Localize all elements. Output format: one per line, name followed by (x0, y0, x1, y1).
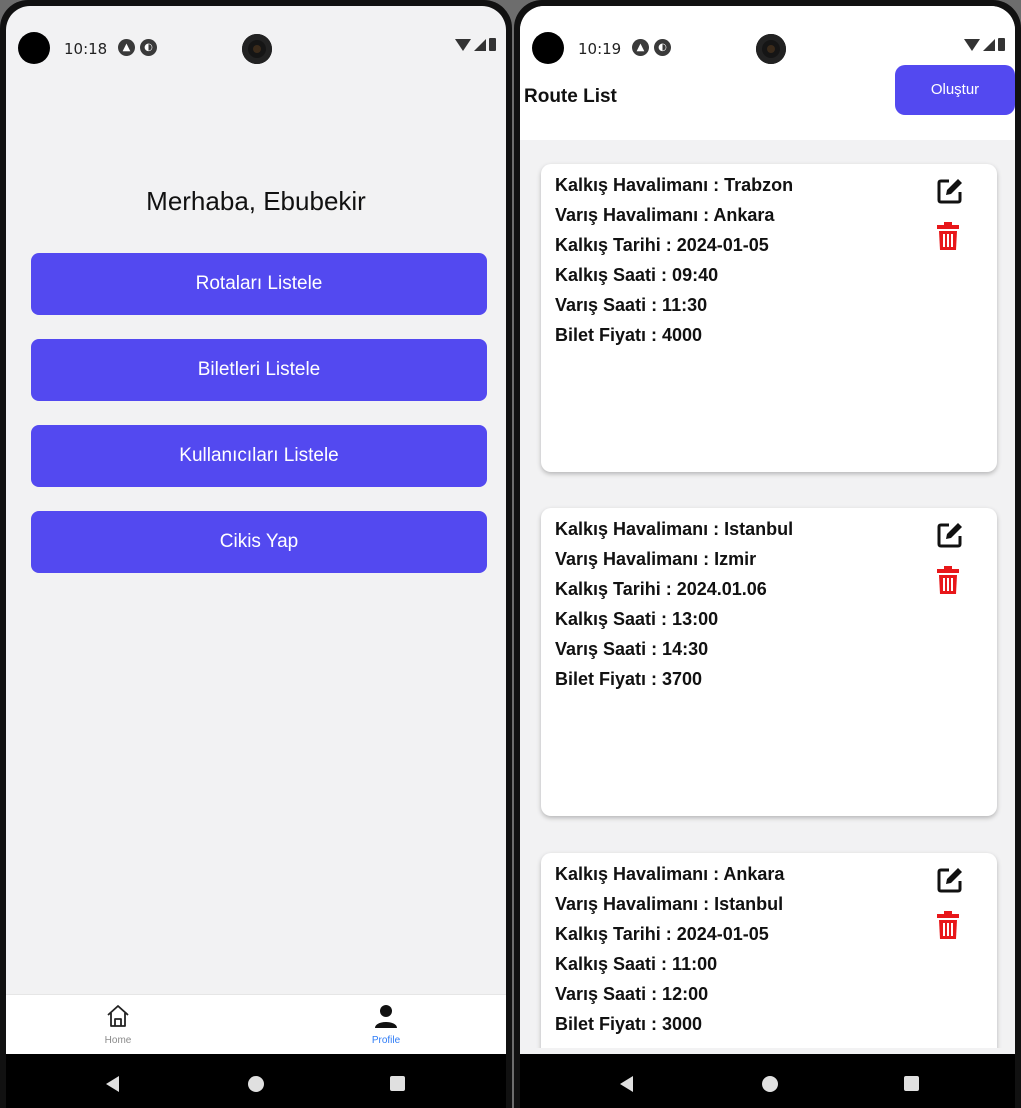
phone-right: 10:19 ▲ ◐ Route List Oluştur Kalkış Hava… (514, 0, 1021, 1108)
departure-airport: Kalkış Havalimanı : Istanbul (555, 519, 794, 539)
edit-icon[interactable] (935, 176, 965, 206)
back-icon[interactable] (106, 1076, 119, 1092)
ticket-price: Bilet Fiyatı : 4000 (555, 325, 703, 345)
battery-icon (489, 38, 496, 51)
trash-icon[interactable] (937, 566, 959, 594)
android-nav-bar (520, 1054, 1015, 1108)
front-camera-cutout (18, 32, 50, 64)
signal-icon (474, 38, 486, 51)
departure-time: Kalkış Saati : 09:40 (555, 265, 719, 285)
profile-screen: 10:18 ▲ ◐ Merhaba, Ebubekir Rotaları Lis… (6, 6, 506, 1108)
departure-time: Kalkış Saati : 11:00 (555, 954, 718, 974)
departure-date: Kalkış Tarihi : 2024-01-05 (555, 924, 769, 944)
tab-profile[interactable]: Profile (326, 995, 446, 1055)
greeting-text: Merhaba, Ebubekir (146, 186, 366, 216)
system-icons (964, 38, 1005, 51)
battery-icon (998, 38, 1005, 51)
route-card: Kalkış Havalimanı : Trabzon Varış Havali… (541, 164, 997, 472)
signal-icon (983, 38, 995, 51)
notification-icon: ◐ (140, 39, 157, 56)
page-title: Route List (524, 86, 617, 107)
system-icons (455, 38, 496, 51)
create-route-button[interactable]: Oluştur (895, 65, 1015, 115)
phone-left: 10:18 ▲ ◐ Merhaba, Ebubekir Rotaları Lis… (0, 0, 512, 1108)
arrival-airport: Varış Havalimanı : Izmir (555, 549, 757, 569)
status-time: 10:19 (578, 40, 622, 58)
screenshot-stage: 10:18 ▲ ◐ Merhaba, Ebubekir Rotaları Lis… (0, 0, 1021, 1108)
camera-lens-icon (756, 34, 786, 64)
status-bar: 10:18 ▲ ◐ (6, 6, 506, 78)
home-circle-icon[interactable] (762, 1076, 778, 1092)
arrival-time: Varış Saati : 11:30 (555, 295, 708, 315)
ticket-price: Bilet Fiyatı : 3700 (555, 669, 703, 689)
arrival-airport: Varış Havalimanı : Ankara (555, 205, 775, 225)
android-nav-bar (6, 1054, 506, 1108)
recents-icon[interactable] (904, 1076, 919, 1091)
route-card: Kalkış Havalimanı : Ankara Varış Havalim… (541, 853, 997, 1048)
route-list-screen: 10:19 ▲ ◐ Route List Oluştur Kalkış Hava… (520, 6, 1015, 1108)
arrival-time: Varış Saati : 14:30 (555, 639, 709, 659)
list-users-button[interactable]: Kullanıcıları Listele (31, 425, 487, 487)
notification-icon: ▲ (632, 39, 649, 56)
route-list-header: 10:19 ▲ ◐ Route List Oluştur (520, 6, 1015, 140)
departure-date: Kalkış Tarihi : 2024-01-05 (555, 235, 769, 255)
list-tickets-button[interactable]: Biletleri Listele (31, 339, 487, 401)
wifi-icon (964, 38, 980, 51)
departure-airport: Kalkış Havalimanı : Ankara (555, 864, 785, 884)
tab-profile-label: Profile (371, 1035, 401, 1046)
arrival-time: Varış Saati : 12:00 (555, 984, 709, 1004)
wifi-icon (455, 38, 471, 51)
person-icon (375, 1005, 397, 1028)
list-routes-button[interactable]: Rotaları Listele (31, 253, 487, 315)
departure-date: Kalkış Tarihi : 2024.01.06 (555, 579, 767, 599)
trash-icon[interactable] (937, 222, 959, 250)
tab-home-label: Home (104, 1035, 132, 1046)
home-icon (107, 1005, 129, 1027)
departure-time: Kalkış Saati : 13:00 (555, 609, 719, 629)
front-camera-cutout (532, 32, 564, 64)
home-circle-icon[interactable] (248, 1076, 264, 1092)
arrival-airport: Varış Havalimanı : Istanbul (555, 894, 784, 914)
back-icon[interactable] (620, 1076, 633, 1092)
status-time: 10:18 (64, 40, 108, 58)
logout-button[interactable]: Cikis Yap (31, 511, 487, 573)
notification-icon: ◐ (654, 39, 671, 56)
edit-icon[interactable] (935, 520, 965, 550)
recents-icon[interactable] (390, 1076, 405, 1091)
notification-icon: ▲ (118, 39, 135, 56)
tab-home[interactable]: Home (58, 995, 178, 1055)
route-list[interactable]: Kalkış Havalimanı : Trabzon Varış Havali… (520, 140, 1015, 1048)
ticket-price: Bilet Fiyatı : 3000 (555, 1014, 703, 1034)
route-card: Kalkış Havalimanı : Istanbul Varış Haval… (541, 508, 997, 816)
trash-icon[interactable] (937, 911, 959, 939)
edit-icon[interactable] (935, 865, 965, 895)
departure-airport: Kalkış Havalimanı : Trabzon (555, 175, 794, 195)
camera-lens-icon (242, 34, 272, 64)
bottom-tab-bar: Home Profile (6, 994, 506, 1054)
